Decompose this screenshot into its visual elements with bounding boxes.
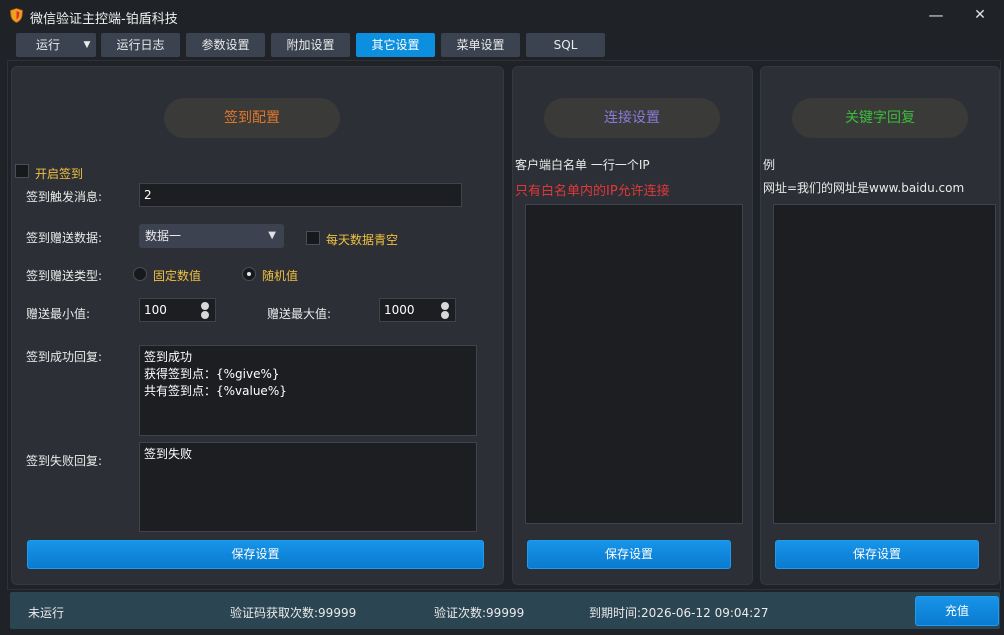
- fixed-value-radio[interactable]: [133, 267, 147, 281]
- tab-run-log[interactable]: 运行日志: [101, 33, 180, 57]
- fixed-value-label: 固定数值: [153, 269, 202, 283]
- minimize-button[interactable]: —: [922, 4, 950, 26]
- recharge-button[interactable]: 充值: [915, 596, 999, 626]
- checkin-save-button[interactable]: 保存设置: [27, 540, 484, 569]
- spin-down-icon[interactable]: [441, 311, 449, 319]
- max-value: 1000: [384, 303, 415, 317]
- spin-down-icon[interactable]: [201, 311, 209, 319]
- keyword-save-button[interactable]: 保存设置: [775, 540, 979, 569]
- fail-reply-textarea[interactable]: 签到失败: [139, 442, 477, 532]
- enable-checkin-checkbox[interactable]: [15, 164, 29, 178]
- tab-sql[interactable]: SQL: [526, 33, 605, 57]
- min-value-label: 赠送最小值:: [26, 307, 91, 321]
- code-fetch-count: 验证码获取次数:99999: [230, 606, 357, 620]
- chevron-down-icon[interactable]: ▼: [78, 33, 96, 57]
- trigger-message-label: 签到触发消息:: [26, 190, 103, 204]
- fail-reply-label: 签到失败回复:: [26, 454, 103, 468]
- success-reply-label: 签到成功回复:: [26, 350, 103, 364]
- whitelist-label: 客户端白名单 一行一个IP: [515, 158, 650, 172]
- checkin-section-title: 签到配置: [164, 98, 340, 138]
- shield-icon: [9, 8, 24, 23]
- success-reply-textarea[interactable]: 签到成功 获得签到点：{%give%} 共有签到点：{%value%}: [139, 345, 477, 436]
- verify-count: 验证次数:99999: [434, 606, 525, 620]
- keyword-textarea[interactable]: [773, 204, 996, 524]
- tab-extra[interactable]: 附加设置: [271, 33, 350, 57]
- connection-section-title: 连接设置: [544, 98, 720, 138]
- expiry-time: 到期时间:2026-06-12 09:04:27: [589, 606, 769, 620]
- random-value-radio[interactable]: [242, 267, 256, 281]
- daily-clear-label: 每天数据青空: [326, 233, 399, 247]
- min-value-spinbox[interactable]: 100: [139, 298, 216, 322]
- max-value-label: 赠送最大值:: [267, 307, 332, 321]
- chevron-down-icon: ▼: [268, 230, 276, 241]
- tab-other[interactable]: 其它设置: [356, 33, 435, 57]
- keyword-example-label: 例: [763, 158, 776, 172]
- whitelist-textarea[interactable]: [525, 204, 743, 524]
- max-value-spinbox[interactable]: 1000: [379, 298, 456, 322]
- spin-up-icon[interactable]: [201, 302, 209, 310]
- keyword-section-title: 关键字回复: [792, 98, 968, 138]
- connection-save-button[interactable]: 保存设置: [527, 540, 731, 569]
- random-value-label: 随机值: [262, 269, 299, 283]
- window-title: 微信验证主控端-铂盾科技: [30, 12, 178, 27]
- daily-clear-checkbox[interactable]: [306, 231, 320, 245]
- keyword-example-text: 网址=我们的网址是www.baidu.com: [763, 181, 965, 195]
- trigger-message-input[interactable]: 2: [139, 183, 462, 207]
- gift-type-label: 签到赠送类型:: [26, 269, 103, 283]
- enable-checkin-label: 开启签到: [35, 167, 84, 181]
- whitelist-note: 只有白名单内的IP允许连接: [515, 184, 670, 199]
- tab-menu[interactable]: 菜单设置: [441, 33, 520, 57]
- min-value: 100: [144, 303, 167, 317]
- tab-params[interactable]: 参数设置: [186, 33, 265, 57]
- close-button[interactable]: ✕: [966, 4, 994, 26]
- gift-data-select[interactable]: 数据一 ▼: [139, 224, 284, 248]
- run-state: 未运行: [28, 606, 65, 620]
- spin-up-icon[interactable]: [441, 302, 449, 310]
- gift-data-selected: 数据一: [145, 229, 182, 243]
- gift-data-label: 签到赠送数据:: [26, 231, 103, 245]
